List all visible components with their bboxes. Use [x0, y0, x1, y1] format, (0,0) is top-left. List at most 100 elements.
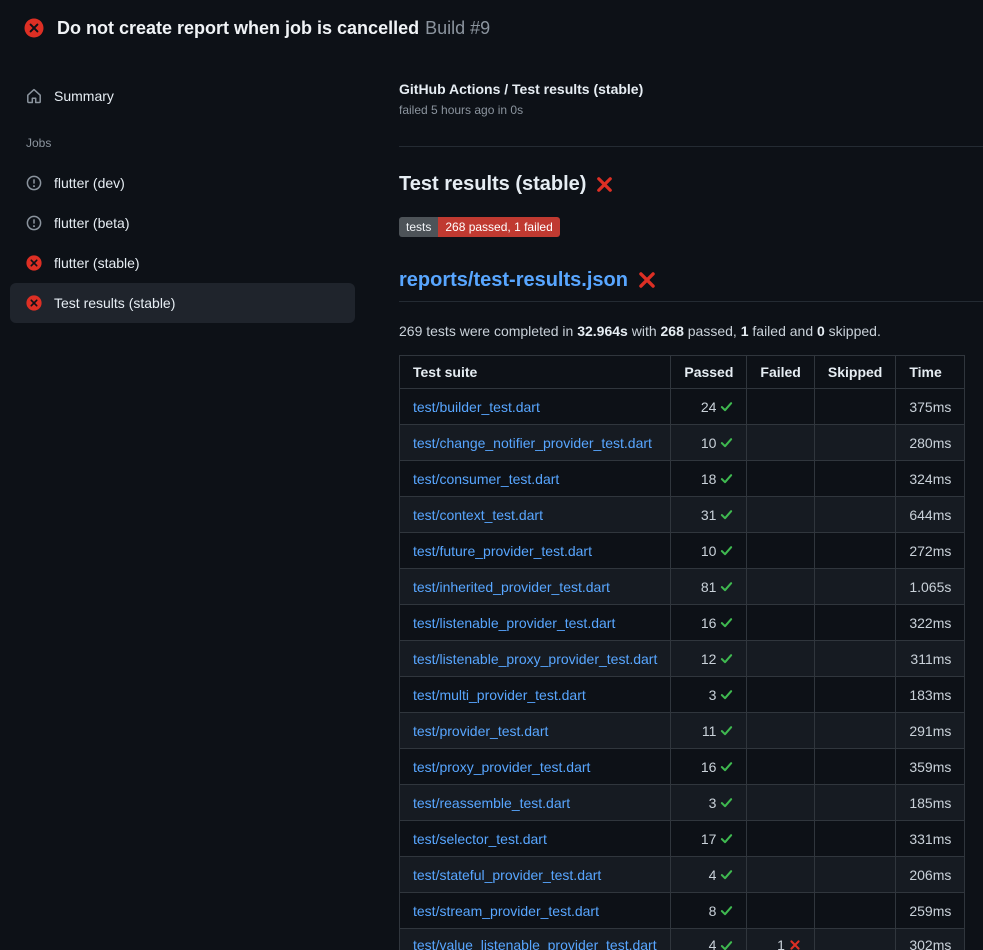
sidebar-job-item[interactable]: flutter (beta)	[10, 203, 355, 243]
sidebar: Summary Jobs flutter (dev)	[0, 56, 375, 323]
skipped-cell	[814, 605, 895, 641]
failed-cell	[747, 857, 814, 893]
time-cell: 259ms	[896, 893, 965, 929]
check-icon	[720, 904, 733, 917]
suite-link[interactable]: test/selector_test.dart	[413, 831, 547, 847]
table-row: test/stream_provider_test.dart 8	[400, 893, 965, 929]
time-cell: 272ms	[896, 533, 965, 569]
suite-cell: test/inherited_provider_test.dart	[400, 569, 671, 605]
run-title: Do not create report when job is cancell…	[57, 18, 490, 39]
passed-number: 16	[701, 759, 717, 775]
passed-number: 10	[701, 435, 717, 451]
skipped-cell	[814, 713, 895, 749]
table-row: test/listenable_provider_test.dart 16	[400, 605, 965, 641]
failed-cell	[747, 785, 814, 821]
failed-number: 1	[777, 937, 785, 950]
sidebar-job-item[interactable]: flutter (dev)	[10, 163, 355, 203]
suite-cell: test/stateful_provider_test.dart	[400, 857, 671, 893]
table-row: test/stateful_provider_test.dart 4	[400, 857, 965, 893]
sidebar-job-item[interactable]: flutter (stable)	[10, 243, 355, 283]
sidebar-item-summary[interactable]: Summary	[10, 76, 355, 116]
check-icon	[720, 580, 733, 593]
tests-summary: 269 tests were completed in 32.964s with…	[399, 322, 983, 340]
check-icon	[720, 724, 733, 737]
table-header-row: Test suite Passed Failed Skipped Time	[400, 356, 965, 389]
suite-cell: test/builder_test.dart	[400, 389, 671, 425]
sidebar-job-item[interactable]: Test results (stable)	[10, 283, 355, 323]
skipped-cell	[814, 497, 895, 533]
time-cell: 206ms	[896, 857, 965, 893]
badge-value: 268 passed, 1 failed	[438, 217, 559, 237]
summary-text-1: 269 tests were completed in	[399, 323, 577, 339]
time-cell: 280ms	[896, 425, 965, 461]
passed-count: 18	[701, 471, 734, 487]
time-cell: 324ms	[896, 461, 965, 497]
section-failed-cross-icon	[596, 176, 613, 193]
summary-text-2: with	[628, 323, 661, 339]
suite-link[interactable]: test/reassemble_test.dart	[413, 795, 570, 811]
check-icon	[720, 544, 733, 557]
suite-link[interactable]: test/provider_test.dart	[413, 723, 548, 739]
time-cell: 331ms	[896, 821, 965, 857]
report-file-link[interactable]: reports/test-results.json	[399, 267, 628, 293]
passed-cell: 10	[671, 425, 747, 461]
suite-cell: test/selector_test.dart	[400, 821, 671, 857]
passed-count: 3	[709, 795, 734, 811]
skipped-cell	[814, 569, 895, 605]
failed-cell	[747, 425, 814, 461]
passed-cell: 24	[671, 389, 747, 425]
passed-count: 8	[709, 903, 734, 919]
suite-cell: test/context_test.dart	[400, 497, 671, 533]
suite-cell: test/value_listenable_provider_test.dart	[400, 929, 671, 950]
check-icon	[720, 832, 733, 845]
check-icon	[720, 796, 733, 809]
check-icon	[720, 688, 733, 701]
skipped-cell	[814, 533, 895, 569]
failed-cell	[747, 749, 814, 785]
suite-link[interactable]: test/change_notifier_provider_test.dart	[413, 435, 652, 451]
passed-count: 12	[701, 651, 734, 667]
skipped-cell	[814, 677, 895, 713]
passed-count: 16	[701, 615, 734, 631]
report-failed-cross-icon	[638, 271, 656, 289]
check-icon	[720, 436, 733, 449]
passed-count: 11	[702, 723, 734, 739]
passed-cell: 4	[671, 857, 747, 893]
suite-link[interactable]: test/listenable_provider_test.dart	[413, 615, 615, 631]
suite-cell: test/stream_provider_test.dart	[400, 893, 671, 929]
header-failed: Failed	[747, 356, 814, 389]
suite-link[interactable]: test/builder_test.dart	[413, 399, 540, 415]
suite-link[interactable]: test/multi_provider_test.dart	[413, 687, 586, 703]
time-cell: 375ms	[896, 389, 965, 425]
failed-cell	[747, 605, 814, 641]
suite-link[interactable]: test/value_listenable_provider_test.dart	[413, 937, 657, 950]
suite-link[interactable]: test/consumer_test.dart	[413, 471, 559, 487]
header-passed: Passed	[671, 356, 747, 389]
job-label: flutter (dev)	[54, 174, 125, 192]
table-row: test/inherited_provider_test.dart 81	[400, 569, 965, 605]
passed-cell: 10	[671, 533, 747, 569]
table-row: test/context_test.dart 31	[400, 497, 965, 533]
table-row: test/future_provider_test.dart 10	[400, 533, 965, 569]
passed-cell: 12	[671, 641, 747, 677]
passed-count: 24	[701, 399, 734, 415]
skipped-cell	[814, 425, 895, 461]
suite-cell: test/consumer_test.dart	[400, 461, 671, 497]
job-failed-icon	[26, 255, 42, 271]
suite-link[interactable]: test/future_provider_test.dart	[413, 543, 592, 559]
suite-link[interactable]: test/stateful_provider_test.dart	[413, 867, 601, 883]
summary-skipped-count: 0	[817, 323, 825, 339]
failed-cell	[747, 821, 814, 857]
suite-link[interactable]: test/proxy_provider_test.dart	[413, 759, 590, 775]
passed-number: 12	[701, 651, 717, 667]
passed-cell: 16	[671, 605, 747, 641]
suite-link[interactable]: test/stream_provider_test.dart	[413, 903, 599, 919]
skipped-cell	[814, 821, 895, 857]
suite-link[interactable]: test/inherited_provider_test.dart	[413, 579, 610, 595]
section-title-text: Test results (stable)	[399, 171, 586, 197]
passed-cell: 3	[671, 677, 747, 713]
suite-link[interactable]: test/context_test.dart	[413, 507, 543, 523]
summary-text-3: passed,	[684, 323, 741, 339]
header-skipped: Skipped	[814, 356, 895, 389]
suite-link[interactable]: test/listenable_proxy_provider_test.dart	[413, 651, 657, 667]
